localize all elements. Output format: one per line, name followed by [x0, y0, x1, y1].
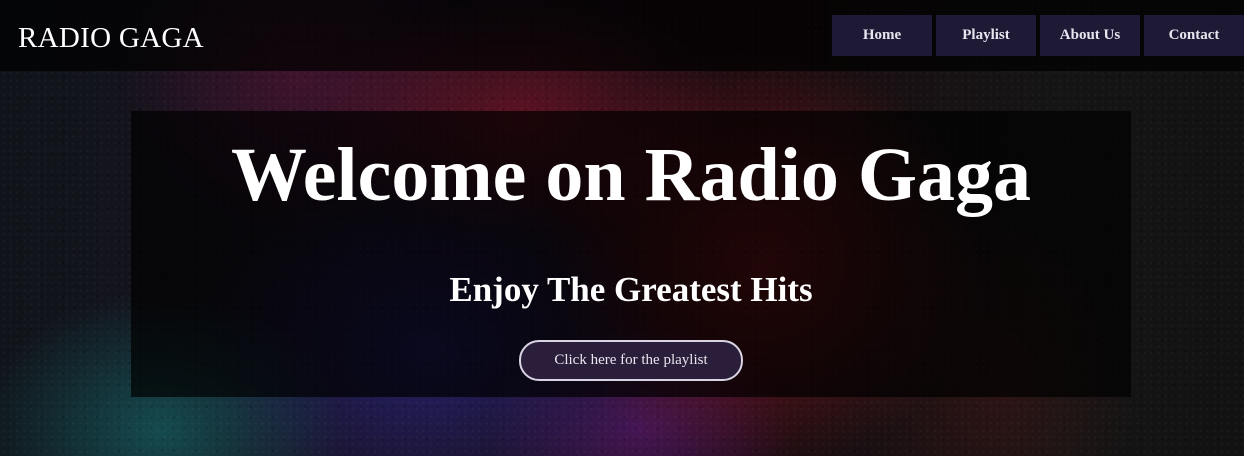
nav-about-us-button[interactable]: About Us — [1040, 15, 1140, 56]
hero-subtitle: Enjoy The Greatest Hits — [449, 270, 813, 309]
page: RADIO GAGA Home Playlist About Us Contac… — [0, 0, 1244, 456]
hero-title: Welcome on Radio Gaga — [230, 133, 1032, 217]
playlist-cta-button[interactable]: Click here for the playlist — [519, 340, 743, 381]
hero-panel: Welcome on Radio Gaga Enjoy The Greatest… — [131, 111, 1131, 397]
nav-playlist-button[interactable]: Playlist — [936, 15, 1036, 56]
site-header: RADIO GAGA Home Playlist About Us Contac… — [0, 0, 1244, 71]
nav-contact-button[interactable]: Contact — [1144, 15, 1244, 56]
brand-logo-text[interactable]: RADIO GAGA — [18, 20, 204, 56]
main-nav: Home Playlist About Us Contact — [832, 15, 1244, 56]
nav-home-button[interactable]: Home — [832, 15, 932, 56]
